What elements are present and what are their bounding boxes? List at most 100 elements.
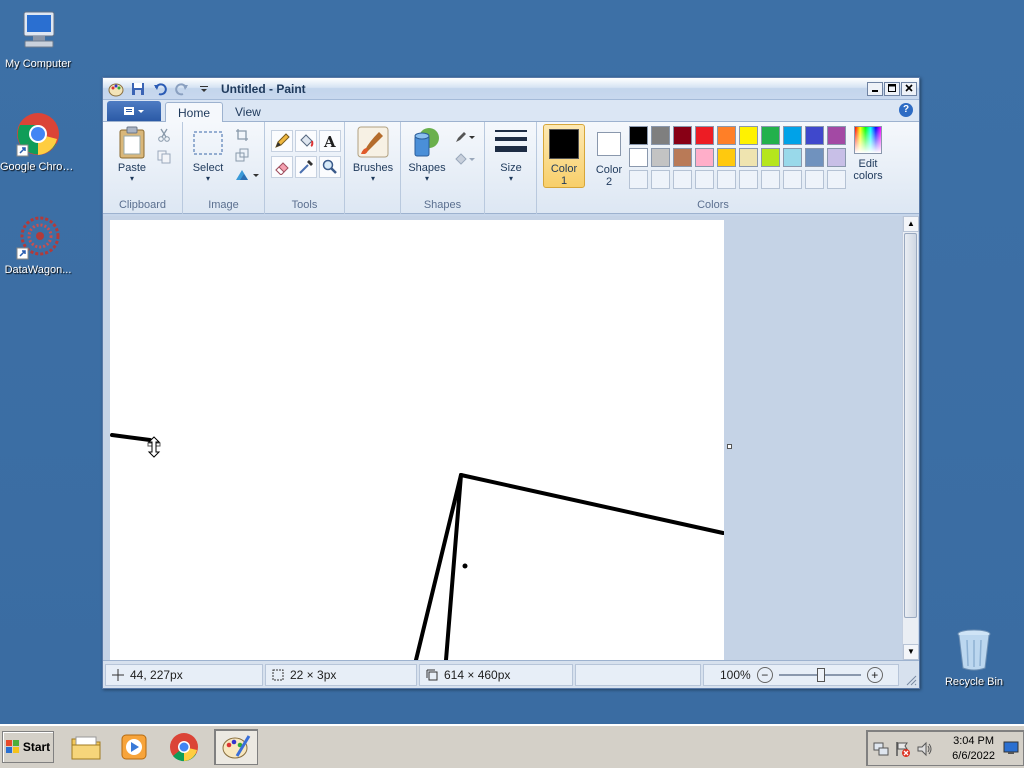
action-center-flag-icon[interactable] <box>895 741 911 757</box>
paint-menu-button[interactable] <box>107 101 161 121</box>
eraser-tool[interactable] <box>271 156 293 178</box>
palette-swatch[interactable] <box>717 126 736 145</box>
palette-swatch[interactable] <box>717 148 736 167</box>
computer-icon <box>15 8 61 54</box>
start-label: Start <box>22 740 51 754</box>
paint-window: Untitled - Paint Home View ? Paste ▾ Cli… <box>102 77 920 689</box>
start-button[interactable]: Start <box>2 731 54 763</box>
brushes-button[interactable]: Brushes ▾ <box>351 126 395 183</box>
color-picker-tool[interactable] <box>295 156 317 178</box>
palette-swatch[interactable] <box>695 148 714 167</box>
custom-color-slot[interactable] <box>827 170 846 189</box>
zoom-slider-thumb[interactable] <box>816 668 825 682</box>
vertical-scrollbar[interactable]: ▲ ▼ <box>902 216 919 660</box>
pencil-icon <box>275 133 290 148</box>
palette-swatch[interactable] <box>783 126 802 145</box>
tab-view[interactable]: View <box>223 102 273 123</box>
palette-swatch[interactable] <box>827 148 846 167</box>
shapes-button[interactable]: Shapes ▾ <box>405 126 449 183</box>
palette-swatch[interactable] <box>783 148 802 167</box>
cut-icon[interactable] <box>155 126 173 144</box>
maximize-button[interactable] <box>884 81 900 96</box>
close-button[interactable] <box>901 81 917 96</box>
taskbar-paint[interactable] <box>214 729 258 765</box>
taskbar-chrome[interactable] <box>162 729 206 765</box>
magnifier-icon <box>322 159 337 174</box>
copy-icon[interactable] <box>155 148 173 166</box>
outline-icon[interactable] <box>453 128 479 146</box>
volume-icon[interactable] <box>917 741 933 757</box>
zoom-slider[interactable] <box>778 667 861 683</box>
select-button[interactable]: Select ▾ <box>189 126 227 183</box>
canvas-resize-handle[interactable] <box>727 444 732 449</box>
minimize-button[interactable] <box>867 81 883 96</box>
resize-grip-icon[interactable] <box>905 674 917 686</box>
desktop-icon-my-computer[interactable]: My Computer <box>0 8 76 70</box>
desktop-icon-recycle-bin[interactable]: Recycle Bin <box>936 626 1012 688</box>
zoom-out-icon[interactable]: − <box>756 667 773 683</box>
fill-icon[interactable] <box>453 150 479 168</box>
desktop-icon-datawagon[interactable]: DataWagon... <box>0 214 76 276</box>
help-icon[interactable]: ? <box>899 103 913 117</box>
text-tool[interactable]: A <box>319 130 341 152</box>
custom-color-slot[interactable] <box>651 170 670 189</box>
taskbar-explorer[interactable] <box>64 729 108 765</box>
custom-color-slot[interactable] <box>695 170 714 189</box>
palette-swatch[interactable] <box>673 148 692 167</box>
taskbar-media-player[interactable] <box>112 729 156 765</box>
save-icon[interactable] <box>130 81 146 97</box>
edit-colors-button[interactable]: Edit colors <box>847 126 889 182</box>
edit-colors-label-line1: Edit <box>858 158 878 170</box>
magnifier-tool[interactable] <box>319 156 341 178</box>
size-button[interactable]: Size ▾ <box>493 126 529 183</box>
paint-app-icon[interactable] <box>108 81 124 97</box>
palette-swatch[interactable] <box>673 126 692 145</box>
show-desktop-icon[interactable] <box>1003 741 1019 755</box>
palette-swatch[interactable] <box>761 148 780 167</box>
customize-quick-access-icon[interactable] <box>196 81 212 97</box>
custom-color-slot[interactable] <box>783 170 802 189</box>
status-empty-cell <box>575 664 701 686</box>
network-icon[interactable] <box>873 741 889 757</box>
drawing-canvas[interactable] <box>110 220 725 660</box>
clock[interactable]: 3:04 PM 6/6/2022 <box>952 734 995 764</box>
shapes-icon <box>411 126 443 158</box>
paint-icon <box>222 735 251 759</box>
custom-color-slot[interactable] <box>629 170 648 189</box>
paste-button[interactable]: Paste ▾ <box>113 126 151 183</box>
palette-swatch[interactable] <box>739 148 758 167</box>
fill-tool[interactable] <box>295 130 317 152</box>
resize-icon[interactable] <box>233 146 251 164</box>
palette-swatch[interactable] <box>805 126 824 145</box>
zoom-cell: 100% − + <box>703 664 899 686</box>
palette-swatch[interactable] <box>629 126 648 145</box>
custom-color-slot[interactable] <box>673 170 692 189</box>
palette-swatch[interactable] <box>651 148 670 167</box>
color2-button[interactable]: Color 2 <box>589 124 629 188</box>
zoom-in-icon[interactable]: + <box>866 667 883 683</box>
pencil-tool[interactable] <box>271 130 293 152</box>
redo-icon[interactable] <box>174 81 190 97</box>
custom-color-slot[interactable] <box>717 170 736 189</box>
color1-button[interactable]: Color 1 <box>543 124 585 188</box>
palette-swatch[interactable] <box>805 148 824 167</box>
desktop-icon-google-chrome[interactable]: Google Chrome <box>0 111 76 173</box>
palette-swatch[interactable] <box>827 126 846 145</box>
palette-swatch[interactable] <box>651 126 670 145</box>
palette-swatch[interactable] <box>761 126 780 145</box>
tools-group: A Tools <box>265 122 345 214</box>
palette-swatch[interactable] <box>695 126 714 145</box>
custom-color-slot[interactable] <box>805 170 824 189</box>
undo-icon[interactable] <box>152 81 168 97</box>
palette-swatch[interactable] <box>739 126 758 145</box>
scroll-up-arrow[interactable]: ▲ <box>903 216 919 232</box>
palette-swatch[interactable] <box>629 148 648 167</box>
custom-color-slot[interactable] <box>761 170 780 189</box>
scroll-down-arrow[interactable]: ▼ <box>903 644 919 660</box>
rotate-icon[interactable] <box>233 166 261 184</box>
folder-icon <box>71 736 101 760</box>
crop-icon[interactable] <box>233 126 251 144</box>
scroll-thumb[interactable] <box>904 233 917 618</box>
tab-home[interactable]: Home <box>165 102 224 123</box>
custom-color-slot[interactable] <box>739 170 758 189</box>
